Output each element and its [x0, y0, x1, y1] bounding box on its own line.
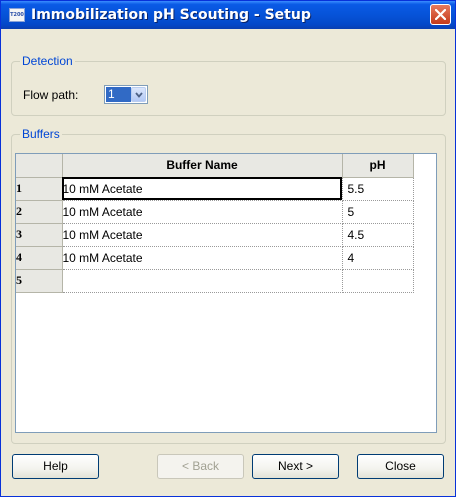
flow-path-dropdown-button[interactable] — [131, 87, 146, 102]
help-button[interactable]: Help — [12, 454, 99, 479]
column-header-ph[interactable]: pH — [342, 154, 414, 178]
setup-dialog: T200 Immobilization pH Scouting - Setup … — [0, 0, 456, 497]
buffer-name-cell[interactable]: 10 mM Acetate — [62, 223, 343, 247]
app-icon: T200 — [9, 8, 25, 22]
buffer-name-cell[interactable]: 10 mM Acetate — [62, 177, 343, 201]
row-header[interactable]: 5 — [16, 269, 63, 293]
flow-path-label: Flow path: — [23, 88, 79, 102]
ph-cell[interactable]: 4.5 — [342, 223, 414, 247]
close-icon — [435, 9, 446, 20]
buffers-grid[interactable]: Buffer Name pH 1 10 mM Acetate 5.5 2 10 … — [15, 153, 437, 433]
table-row: 1 10 mM Acetate 5.5 — [16, 177, 414, 201]
title-bar[interactable]: T200 Immobilization pH Scouting - Setup — [1, 1, 455, 29]
flow-path-select[interactable]: 1 — [104, 85, 148, 104]
buffer-name-cell[interactable]: 10 mM Acetate — [62, 200, 343, 224]
buffers-table: Buffer Name pH 1 10 mM Acetate 5.5 2 10 … — [16, 154, 414, 293]
ph-cell[interactable]: 4 — [342, 246, 414, 270]
table-row: 4 10 mM Acetate 4 — [16, 246, 414, 270]
table-header-row: Buffer Name pH — [16, 154, 414, 178]
table-row: 5 — [16, 269, 414, 293]
flow-path-value: 1 — [106, 87, 131, 102]
row-header[interactable]: 2 — [16, 200, 63, 224]
table-row: 2 10 mM Acetate 5 — [16, 200, 414, 224]
row-header[interactable]: 1 — [16, 177, 63, 201]
window-title: Immobilization pH Scouting - Setup — [31, 7, 311, 23]
next-button[interactable]: Next > — [252, 454, 339, 479]
chevron-down-icon — [135, 92, 143, 98]
buffer-name-cell[interactable] — [62, 269, 343, 293]
buffers-legend: Buffers — [20, 127, 62, 141]
detection-legend: Detection — [20, 54, 75, 68]
ph-cell[interactable] — [342, 269, 414, 293]
column-header-buffer-name[interactable]: Buffer Name — [62, 154, 343, 178]
close-button[interactable]: Close — [357, 454, 444, 479]
back-button[interactable]: < Back — [157, 454, 244, 479]
ph-cell[interactable]: 5 — [342, 200, 414, 224]
ph-cell[interactable]: 5.5 — [342, 177, 414, 201]
table-row: 3 10 mM Acetate 4.5 — [16, 223, 414, 247]
detection-group: Detection Flow path: 1 — [11, 54, 446, 116]
row-header[interactable]: 4 — [16, 246, 63, 270]
close-window-button[interactable] — [430, 4, 451, 25]
buffer-name-cell[interactable]: 10 mM Acetate — [62, 246, 343, 270]
corner-header[interactable] — [16, 154, 63, 178]
row-header[interactable]: 3 — [16, 223, 63, 247]
